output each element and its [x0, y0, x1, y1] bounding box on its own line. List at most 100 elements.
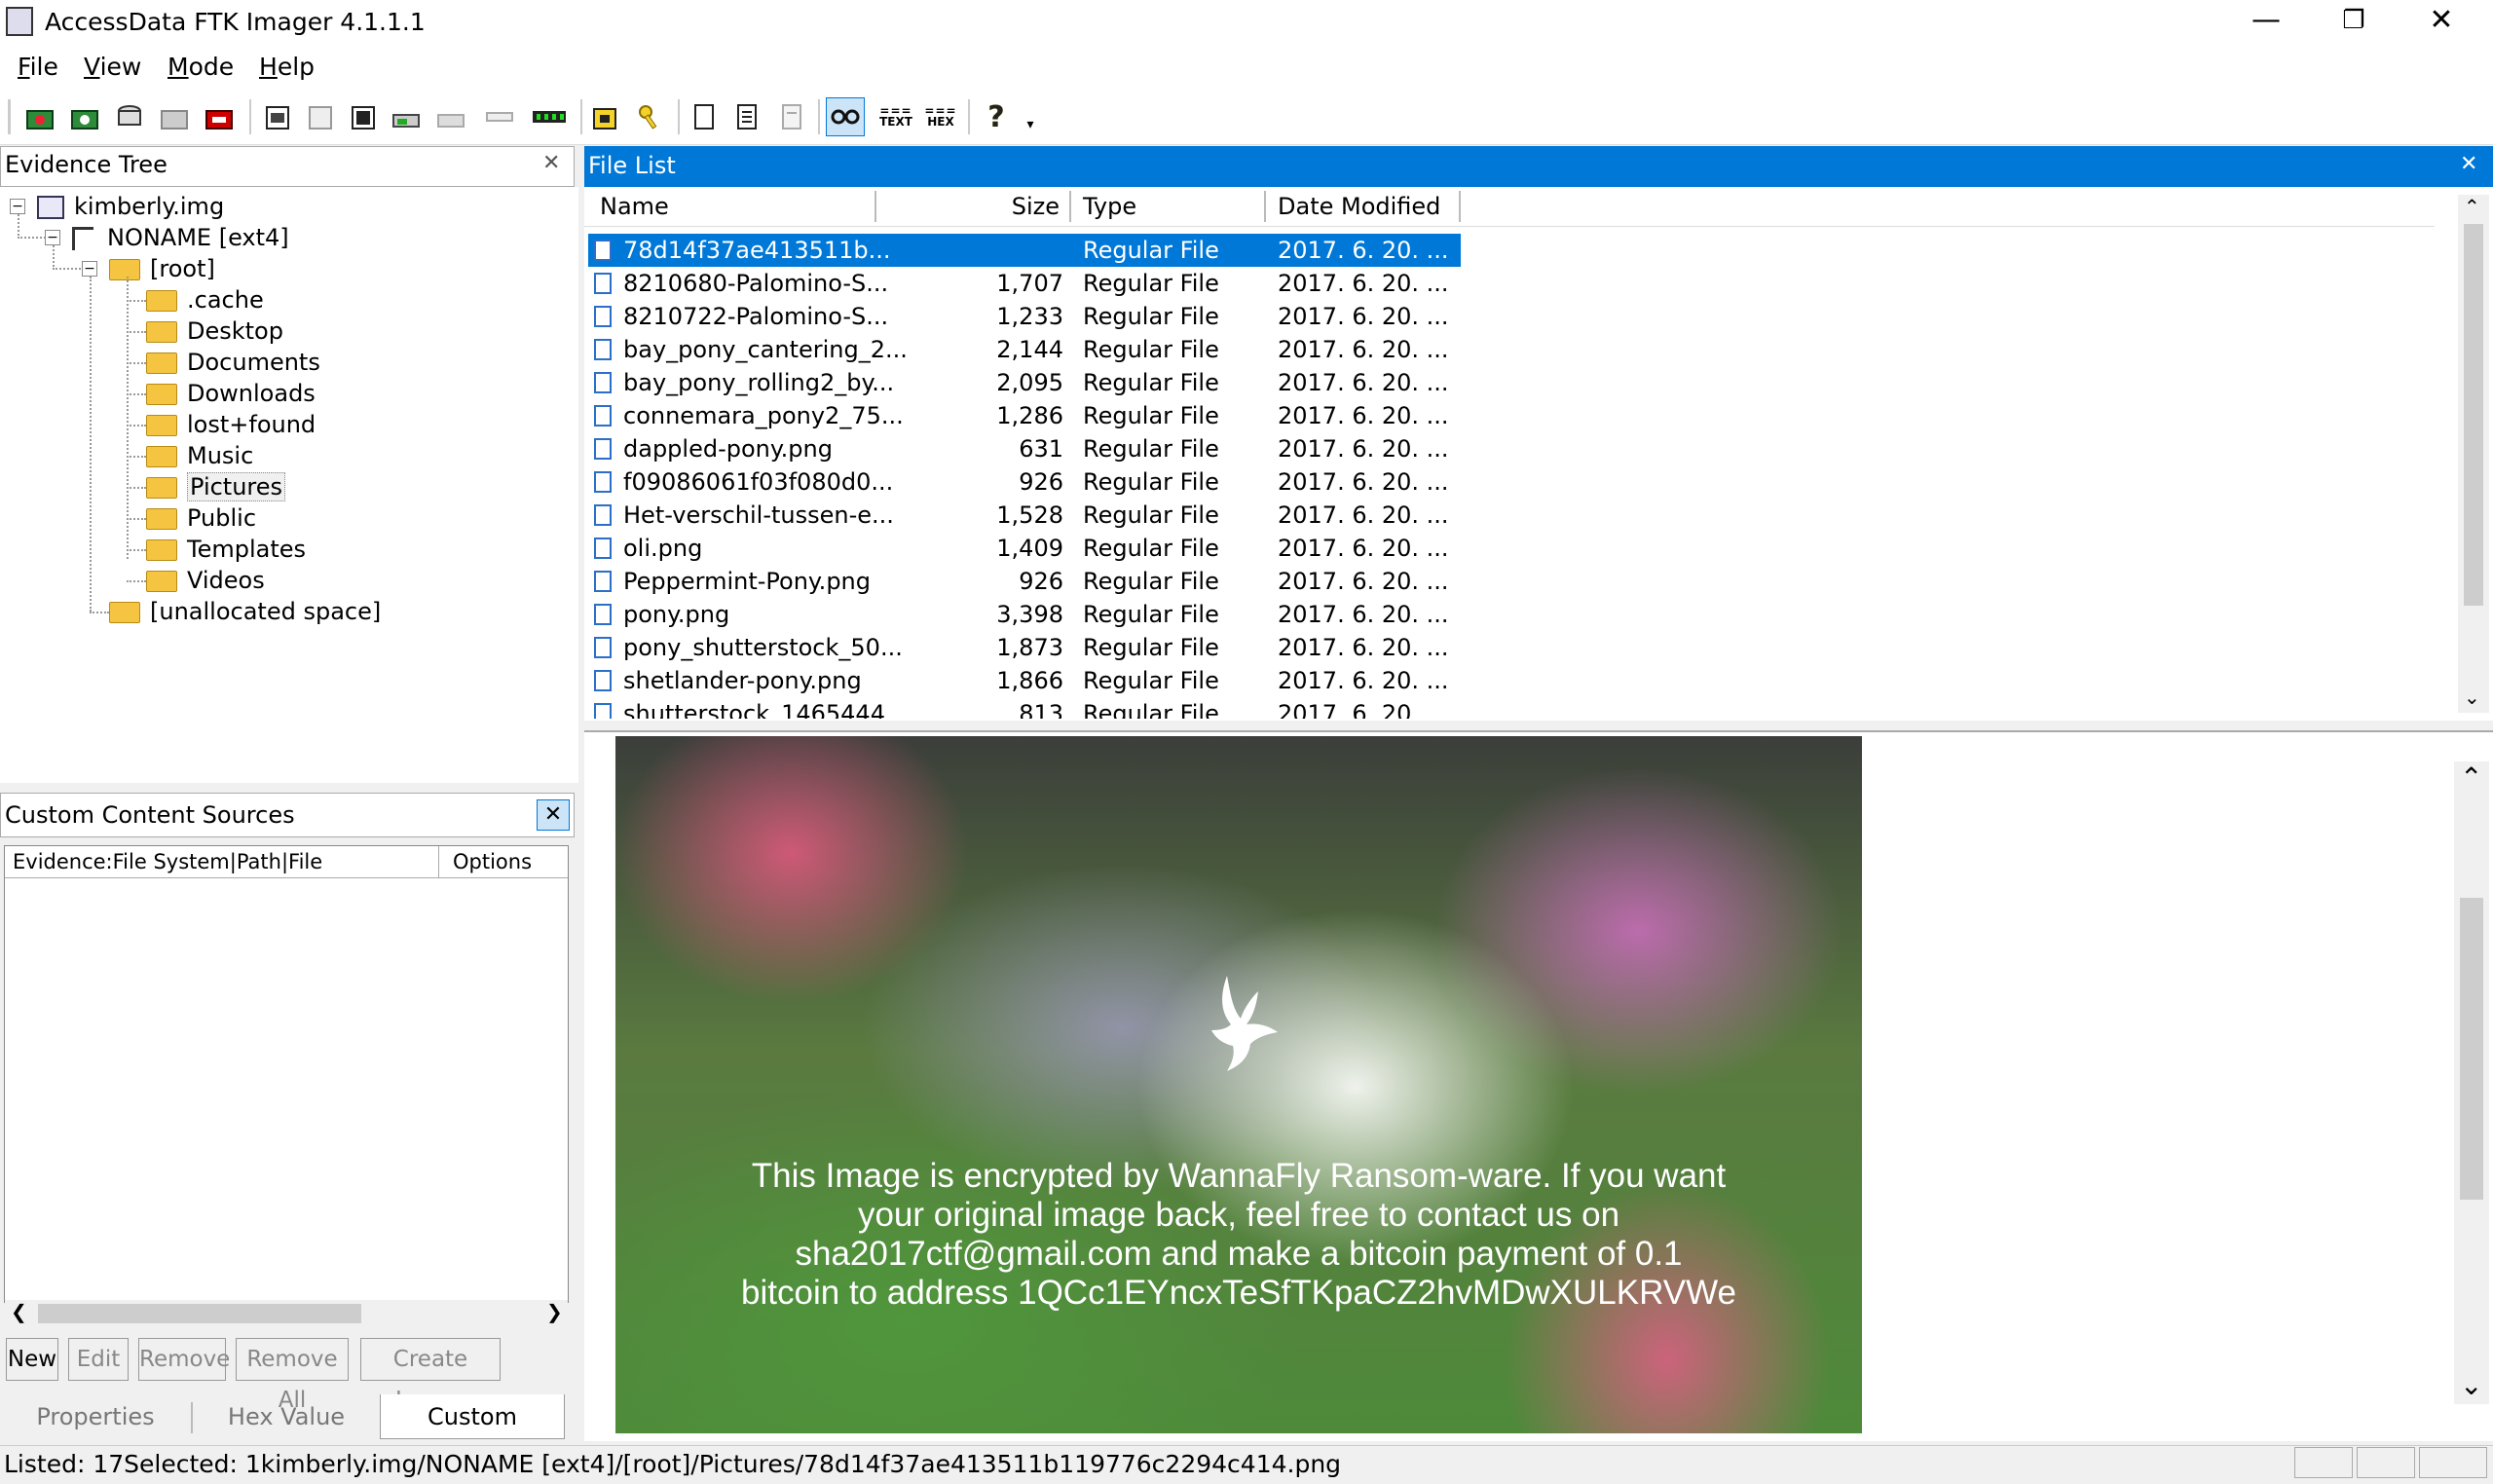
column-path[interactable]: Evidence:File System|Path|File [5, 846, 439, 877]
tab-hex-value-interpreter[interactable]: Hex Value Inter... [193, 1394, 380, 1475]
file-list-vertical-scrollbar[interactable]: ⌃ ⌄ [2458, 195, 2489, 713]
file-row[interactable]: shetlander-pony.png 1,866 Regular File 2… [588, 664, 2045, 697]
tree-node-folder-selected[interactable]: Pictures [146, 471, 286, 502]
menu-file[interactable]: File [18, 53, 58, 81]
minimize-button[interactable]: — [2222, 0, 2310, 45]
help-icon[interactable]: ? [980, 100, 1013, 134]
evidence-tree-close-icon[interactable]: ✕ [542, 151, 560, 175]
add-all-evidence-icon[interactable] [68, 101, 101, 132]
tab-properties[interactable]: Properties [0, 1394, 191, 1439]
create-image-button[interactable]: Create Image [360, 1338, 501, 1413]
tree-node-folder[interactable]: Public [146, 502, 256, 534]
file-row[interactable]: 8210680-Palomino-S... 1,707 Regular File… [588, 267, 2045, 300]
export-hash-list-icon[interactable] [730, 101, 763, 132]
remove-button[interactable]: Remove [138, 1338, 230, 1381]
ransom-message: This Image is encrypted by WannaFly Rans… [615, 1157, 1862, 1313]
export-files-icon[interactable] [688, 101, 721, 132]
horizontal-scrollbar[interactable]: ❮ ❯ [5, 1300, 568, 1327]
tree-node-folder[interactable]: .cache [146, 284, 264, 315]
file-row[interactable]: shutterstock_1465444... 813 Regular File… [588, 697, 2045, 719]
view-files-icon[interactable] [826, 97, 865, 136]
menu-mode[interactable]: Mode [167, 53, 234, 81]
viewer-vertical-scrollbar[interactable]: ⌃ ⌄ [2454, 761, 2489, 1404]
tree-node-folder[interactable]: lost+found [146, 409, 316, 440]
file-row[interactable]: dappled-pony.png 631 Regular File 2017. … [588, 432, 2045, 465]
scroll-left-icon[interactable]: ❮ [11, 1300, 27, 1323]
scroll-right-icon[interactable]: ❯ [546, 1300, 563, 1323]
scroll-thumb[interactable] [2460, 898, 2483, 1200]
scroll-up-icon[interactable]: ⌃ [2460, 761, 2482, 794]
collapse-icon[interactable]: − [45, 230, 60, 245]
detect-efs-icon[interactable] [633, 101, 666, 132]
file-row[interactable]: bay_pony_cantering_2... 2,144 Regular Fi… [588, 333, 2045, 366]
collapse-icon[interactable]: − [10, 199, 25, 214]
obtain-protected-files-icon[interactable] [588, 101, 621, 132]
column-name[interactable]: Name [588, 191, 876, 222]
status-panel [2294, 1447, 2353, 1478]
folder-icon [146, 477, 177, 499]
file-row[interactable]: 8210722-Palomino-S... 1,233 Regular File… [588, 300, 2045, 333]
scroll-up-icon[interactable]: ⌃ [2464, 195, 2480, 218]
image-file-icon [594, 471, 612, 493]
menu-view[interactable]: View [84, 53, 141, 81]
tree-node-volume[interactable]: NONAME [ext4] [72, 222, 289, 253]
tree-node-folder[interactable]: Templates [146, 534, 306, 565]
add-to-custom-content-icon[interactable] [390, 101, 423, 132]
remove-all-evidence-icon[interactable] [203, 101, 236, 132]
add-evidence-icon[interactable] [23, 101, 56, 132]
verify-drive-icon[interactable] [775, 101, 808, 132]
column-type[interactable]: Type [1071, 191, 1266, 222]
tree-node-folder[interactable]: Desktop [146, 315, 283, 347]
file-row[interactable]: connemara_pony2_75... 1,286 Regular File… [588, 399, 2045, 432]
edit-button[interactable]: Edit [68, 1338, 129, 1381]
custom-content-list[interactable]: Evidence:File System|Path|File Options ❮… [4, 845, 569, 1327]
file-list-header: File List ✕ [584, 146, 2493, 187]
tab-custom-content[interactable]: Custom Conte... [380, 1394, 565, 1475]
column-date-modified[interactable]: Date Modified [1266, 191, 1461, 222]
scroll-down-icon[interactable]: ⌄ [2460, 1369, 2482, 1401]
create-custom-content-icon[interactable] [434, 101, 467, 132]
new-button[interactable]: New [6, 1338, 58, 1381]
file-row[interactable]: bay_pony_rolling2_by... 2,095 Regular Fi… [588, 366, 2045, 399]
image-file-icon [594, 273, 612, 294]
text-view-icon[interactable]: === TEXT [876, 101, 915, 132]
menu-help[interactable]: Help [259, 53, 315, 81]
folder-icon [109, 602, 140, 623]
column-options[interactable]: Options [453, 846, 532, 877]
scroll-thumb[interactable] [2464, 224, 2483, 606]
scroll-thumb[interactable] [38, 1304, 361, 1323]
toolbar-overflow-icon[interactable]: ▾ [1021, 109, 1040, 140]
export-logical-image-icon[interactable] [347, 101, 380, 132]
scroll-down-icon[interactable]: ⌄ [2464, 686, 2480, 709]
tree-node-folder[interactable]: Music [146, 440, 253, 471]
remove-evidence-icon[interactable] [158, 101, 191, 132]
create-disk-image-icon[interactable] [261, 101, 294, 132]
tree-node-image[interactable]: kimberly.img [37, 191, 224, 222]
tree-node-folder[interactable]: Videos [146, 565, 265, 596]
remove-all-button[interactable]: Remove All [236, 1338, 349, 1413]
file-row[interactable]: oli.png 1,409 Regular File 2017. 6. 20. … [588, 532, 2045, 565]
collapse-icon[interactable]: − [82, 261, 97, 277]
file-row-selected[interactable]: 78d14f37ae413511b... 1,016 Regular File … [412, 234, 1461, 267]
close-button[interactable]: ✕ [2398, 0, 2485, 45]
file-row[interactable]: Peppermint-Pony.png 926 Regular File 201… [588, 565, 2045, 598]
tree-node-unallocated[interactable]: [unallocated space] [109, 596, 381, 627]
restore-button[interactable]: ❐ [2310, 0, 2398, 45]
tree-node-folder[interactable]: Downloads [146, 378, 316, 409]
column-size[interactable]: Size [876, 191, 1071, 222]
tree-node-root[interactable]: [root] [109, 253, 215, 284]
file-row[interactable]: pony.png 3,398 Regular File 2017. 6. 20.… [588, 598, 2045, 631]
tree-node-folder[interactable]: Documents [146, 347, 320, 378]
export-disk-image-icon[interactable] [304, 101, 337, 132]
file-row[interactable]: Het-verschil-tussen-e... 1,528 Regular F… [588, 499, 2045, 532]
decrypt-icon[interactable] [483, 101, 516, 132]
custom-content-close-icon[interactable]: ✕ [537, 799, 570, 831]
image-mounting-icon[interactable] [113, 101, 146, 132]
file-row[interactable]: pony_shutterstock_50... 1,873 Regular Fi… [588, 631, 2045, 664]
status-bar: Listed: 17Selected: 1kimberly.img/NONAME… [0, 1445, 2493, 1483]
hex-view-icon[interactable]: === HEX [921, 101, 960, 132]
file-row[interactable]: f09086061f03f080d0... 926 Regular File 2… [588, 465, 2045, 499]
file-list-close-icon[interactable]: ✕ [2460, 152, 2477, 176]
evidence-tree-title: Evidence Tree [5, 151, 167, 178]
capture-memory-icon[interactable] [530, 101, 569, 132]
